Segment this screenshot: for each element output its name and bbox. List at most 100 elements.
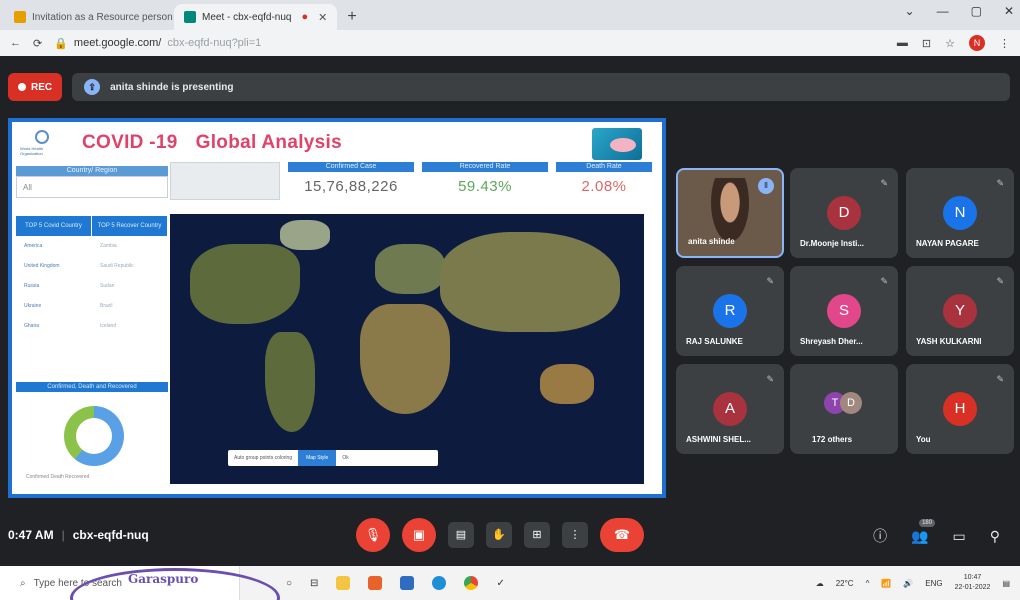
kpi-value: 15,76,88,226 <box>304 178 398 195</box>
reload-icon[interactable]: ⟳ <box>33 37 42 50</box>
close-tab-icon[interactable]: ✕ <box>318 11 327 24</box>
close-window-icon[interactable]: ✕ <box>1004 4 1014 18</box>
volume-icon[interactable]: 🔊 <box>903 579 913 588</box>
raise-hand-button[interactable]: ✋ <box>486 522 512 548</box>
browser-tab-strip: Invitation as a Resource person ✕ Meet -… <box>0 0 1020 30</box>
side-panel-controls: ⓘ 👥 180 ▭ ⚲ <box>873 518 1000 546</box>
dashboard-header: World Health Organization COVID -19 Globa… <box>12 122 662 164</box>
app-icon[interactable]: ✓ <box>496 578 504 589</box>
top5-recover-column: TOP 5 Recover Country Zambia Saudi Repub… <box>92 216 168 336</box>
list-item: Sudan <box>100 283 115 289</box>
chat-icon[interactable]: ▭ <box>953 528 966 545</box>
people-count-badge: 180 <box>919 518 936 527</box>
country-select[interactable]: All <box>16 176 168 198</box>
notification-icon[interactable]: ▤ <box>1002 579 1010 588</box>
browser-tab-meet[interactable]: Meet - cbx-eqfd-nuq ● ✕ <box>174 4 338 30</box>
more-options-button[interactable]: ⋮ <box>562 522 588 548</box>
map-style-button[interactable]: Map Style <box>298 450 337 466</box>
clock-date: 22-01-2022 <box>954 584 991 591</box>
minimize-icon[interactable]: — <box>937 4 949 18</box>
avatar: S <box>827 294 861 328</box>
kpi-value: 2.08% <box>581 178 627 195</box>
participant-tile[interactable]: ✎ S Shreyash Dher... <box>790 266 898 356</box>
camera-icon[interactable]: ▬ <box>897 37 908 49</box>
participant-tile-others[interactable]: T D 172 others <box>790 364 898 454</box>
list-item: Iceland <box>100 323 117 329</box>
mail-icon[interactable] <box>400 576 415 590</box>
participant-name: anita shinde <box>688 237 735 246</box>
participant-tile-self[interactable]: ✎ H You <box>906 364 1014 454</box>
top5-confirmed-column: TOP 5 Covid Country America United Kingd… <box>16 216 92 336</box>
map-ok-button[interactable]: Ok <box>336 455 354 461</box>
activities-icon[interactable]: ⚲ <box>990 528 1000 545</box>
profile-avatar[interactable]: N <box>969 35 985 51</box>
weather-icon[interactable]: ☁ <box>816 579 824 588</box>
leave-call-button[interactable]: ☎ <box>600 518 644 552</box>
new-tab-button[interactable]: + <box>337 8 366 30</box>
participant-name: RAJ SALUNKE <box>686 337 743 346</box>
recording-badge[interactable]: REC <box>8 73 63 101</box>
maximize-icon[interactable]: ▢ <box>971 4 982 18</box>
donut-header: Confirmed, Death and Recovered <box>16 382 168 392</box>
participant-tile[interactable]: ✎ A ASHWINI SHEL... <box>676 364 784 454</box>
people-button[interactable]: 👥 180 <box>911 518 936 545</box>
list-item: Ukraine <box>24 303 42 309</box>
call-controls: 🎙 ▣ ▤ ✋ ⊞ ⋮ ☎ <box>356 518 644 552</box>
more-menu-icon[interactable]: ⋮ <box>999 37 1010 50</box>
list-item: Zambia <box>100 243 117 249</box>
back-icon[interactable]: ← <box>10 37 21 49</box>
title-part1: COVID -19 <box>82 132 178 153</box>
world-map[interactable]: Auto group points coloring Map Style Ok <box>170 214 644 484</box>
meeting-code: cbx-eqfd-nuq <box>72 528 149 542</box>
meeting-info: 0:47 AM | cbx-eqfd-nuq <box>8 528 149 542</box>
star-icon[interactable]: ☆ <box>945 37 955 50</box>
donut-chart <box>64 406 124 466</box>
speaking-icon: ⦀ <box>758 178 774 194</box>
participant-tile[interactable]: ✎ N NAYAN PAGARE <box>906 168 1014 258</box>
weather-text[interactable]: 22°C <box>836 579 854 588</box>
participant-tile[interactable]: ✎ D Dr.Moonje Insti... <box>790 168 898 258</box>
search-icon: ⌕ <box>20 577 26 589</box>
tab-title: Meet - cbx-eqfd-nuq <box>202 11 292 23</box>
participant-tile[interactable]: ✎ Y YASH KULKARNI <box>906 266 1014 356</box>
participant-tile[interactable]: ✎ R RAJ SALUNKE <box>676 266 784 356</box>
tray-chevron-icon[interactable]: ^ <box>866 579 870 588</box>
meeting-controls-bar: 0:47 AM | cbx-eqfd-nuq 🎙 ▣ ▤ ✋ ⊞ ⋮ ☎ ⓘ 👥 18… <box>0 514 1020 564</box>
share-icon[interactable]: ⊡ <box>922 37 931 50</box>
top5-confirmed-header: TOP 5 Covid Country <box>16 216 91 236</box>
participant-tile-anita[interactable]: ⦀ anita shinde <box>676 168 784 258</box>
mic-off-icon: ✎ <box>766 374 774 384</box>
mic-off-icon: ✎ <box>996 374 1004 384</box>
kpi-confirmed: Confirmed Case 15,76,88,226 <box>288 162 414 195</box>
kpi-recovered: Recovered Rate 59.43% <box>422 162 548 195</box>
donut-panel: Confirmed, Death and Recovered Confirmed… <box>16 382 168 482</box>
network-icon[interactable]: 📶 <box>881 579 891 588</box>
participant-name: You <box>916 435 931 444</box>
who-logo: World Health Organization <box>20 127 64 159</box>
avatar: N <box>943 196 977 230</box>
tab-search-icon[interactable]: ⌄ <box>905 4 915 18</box>
meet-favicon-icon <box>184 11 196 23</box>
kpi-label: Confirmed Case <box>288 162 414 172</box>
mic-off-icon: ✎ <box>880 178 888 188</box>
edge-icon[interactable] <box>432 576 447 590</box>
mic-toggle-button[interactable]: 🎙 <box>356 518 390 552</box>
asia-shape <box>440 232 620 332</box>
kpi-label: Death Rate <box>556 162 652 172</box>
meeting-details-icon[interactable]: ⓘ <box>873 526 887 546</box>
url-field[interactable]: 🔒 meet.google.com/cbx-eqfd-nuq?pli=1 <box>54 37 885 50</box>
captions-button[interactable]: ▤ <box>448 522 474 548</box>
office-icon[interactable] <box>368 576 383 590</box>
participant-name: ASHWINI SHEL... <box>686 435 751 444</box>
kpi-value: 59.43% <box>458 178 512 195</box>
participant-name: Shreyash Dher... <box>800 337 863 346</box>
clock[interactable]: 10:47 22-01-2022 <box>955 573 991 593</box>
language-indicator[interactable]: ENG <box>925 579 942 588</box>
file-explorer-icon[interactable] <box>336 576 351 590</box>
task-view-icon[interactable]: ⊟ <box>310 578 318 589</box>
present-button[interactable]: ⊞ <box>524 522 550 548</box>
camera-toggle-button[interactable]: ▣ <box>402 518 436 552</box>
chrome-icon[interactable] <box>464 576 479 590</box>
cortana-icon[interactable]: ○ <box>286 578 292 589</box>
browser-tab-invitation[interactable]: Invitation as a Resource person ✕ <box>4 4 174 30</box>
